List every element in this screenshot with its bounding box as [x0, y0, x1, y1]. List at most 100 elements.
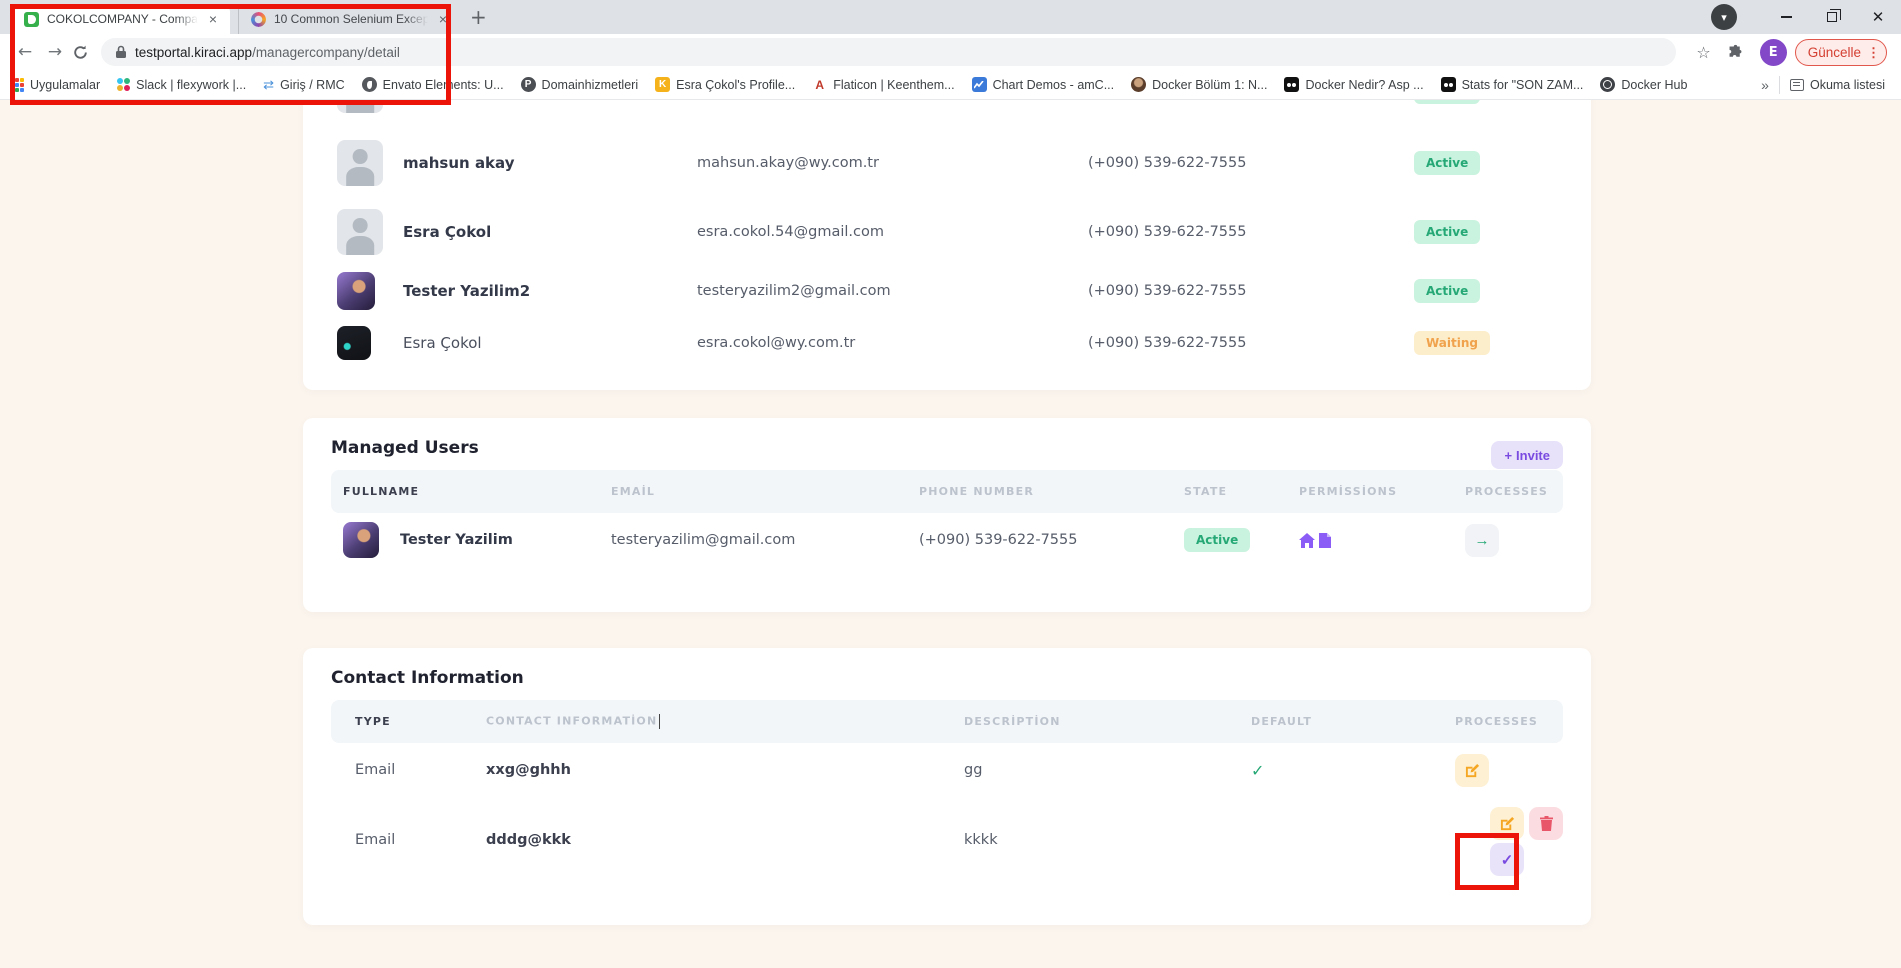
- selenium-favicon-icon: [251, 12, 266, 27]
- extensions-icon[interactable]: [1727, 44, 1744, 61]
- document-icon: [1319, 533, 1331, 548]
- column-header: PROCESSES: [1455, 715, 1563, 728]
- edit-icon: [1500, 816, 1515, 831]
- bookmarks-overflow-chevron[interactable]: »: [1761, 77, 1769, 93]
- minimize-button[interactable]: [1763, 0, 1809, 34]
- back-icon[interactable]: ←: [10, 42, 40, 62]
- edit-contact-button[interactable]: [1490, 807, 1524, 840]
- arrows-icon: ⇄: [263, 77, 274, 93]
- home-icon: [1299, 533, 1315, 548]
- chrome-update-button[interactable]: Güncelle ⋮: [1795, 39, 1887, 66]
- managed-users-card: Managed Users + Invite FULLNAME EMAİL PH…: [303, 418, 1591, 612]
- url-domain: testportal.kiraci.app: [135, 45, 252, 60]
- column-header: TYPE: [331, 715, 486, 728]
- tab-close-icon[interactable]: ×: [206, 11, 220, 27]
- tab-company-detail[interactable]: COKOLCOMPANY - Company De ×: [12, 4, 230, 34]
- forward-icon[interactable]: →: [40, 42, 70, 62]
- reading-list-label: Okuma listesi: [1810, 78, 1885, 92]
- page-body: Active mahsun akay mahsun.akay@wy.com.tr…: [0, 100, 1901, 968]
- contact-value: dddg@kkk: [486, 832, 964, 848]
- bookmark-label: Giriş / RMC: [280, 78, 345, 92]
- k-square-icon: K: [655, 77, 670, 92]
- avatar: [337, 140, 383, 186]
- tab-selenium-exceptions[interactable]: 10 Common Selenium Exceptions ×: [238, 4, 460, 34]
- url-path: /managercompany/detail: [252, 45, 400, 60]
- section-title: Managed Users: [331, 438, 1563, 458]
- arrow-right-icon: →: [1475, 532, 1490, 549]
- column-header: STATE: [1184, 485, 1299, 498]
- table-row: Tester Yazilim testeryazilim@gmail.com (…: [331, 513, 1563, 567]
- plus-icon: +: [1504, 448, 1512, 463]
- bookmark-label: Uygulamalar: [30, 78, 100, 92]
- bookmark-label: Esra Çokol's Profile...: [676, 78, 795, 92]
- bookmark-star-icon[interactable]: ☆: [1696, 43, 1710, 62]
- person-avatar-icon: [1131, 77, 1146, 92]
- permissions-icons: [1299, 533, 1465, 548]
- chrome-menu-icon[interactable]: ⋮: [1867, 46, 1880, 59]
- bookmark-stats[interactable]: Stats for "SON ZAM...: [1441, 77, 1584, 92]
- column-header: PROCESSES: [1465, 485, 1563, 498]
- invite-button[interactable]: + Invite: [1491, 441, 1563, 469]
- profile-avatar[interactable]: E: [1760, 39, 1787, 66]
- tab-title: 10 Common Selenium Exceptions: [274, 12, 428, 26]
- bookmark-slack[interactable]: Slack | flexywork |...: [117, 78, 246, 92]
- contact-type: Email: [331, 762, 486, 778]
- user-email: testeryazilim@gmail.com: [611, 532, 919, 548]
- section-title: Contact Information: [331, 668, 1563, 688]
- p-circle-icon: P: [521, 77, 536, 92]
- reading-list-button[interactable]: Okuma listesi: [1790, 78, 1885, 92]
- reload-icon[interactable]: [72, 44, 89, 61]
- user-name: Esra Çokol: [403, 334, 697, 352]
- user-email: mahsun.akay@wy.com.tr: [697, 155, 1088, 171]
- company-favicon-icon: [24, 12, 39, 27]
- bookmark-domainhizmetleri[interactable]: P Domainhizmetleri: [521, 77, 639, 92]
- status-badge: Active: [1414, 279, 1480, 303]
- apps-grid-icon: [10, 78, 24, 92]
- user-name: Esra Çokol: [403, 223, 697, 241]
- user-phone: (+090) 539-622-7555: [1088, 283, 1414, 299]
- bookmark-docker-nedir[interactable]: Docker Nedir? Asp ...: [1284, 77, 1423, 92]
- contact-value: xxg@ghhh: [486, 762, 964, 778]
- invite-label: Invite: [1516, 448, 1550, 463]
- users-card: Active mahsun akay mahsun.akay@wy.com.tr…: [303, 100, 1591, 390]
- tab-close-icon[interactable]: ×: [436, 11, 450, 27]
- bookmark-docker-bolum[interactable]: Docker Bölüm 1: N...: [1131, 77, 1267, 92]
- user-email: esra.cokol.54@gmail.com: [697, 224, 1088, 240]
- table-header-row: TYPE CONTACT INFORMATİON DESCRİPTİON DEF…: [331, 700, 1563, 743]
- window-controls: ▾ ✕: [1711, 0, 1901, 34]
- bookmark-apps[interactable]: Uygulamalar: [10, 78, 100, 92]
- close-button[interactable]: ✕: [1855, 0, 1901, 34]
- lock-icon: [115, 45, 127, 59]
- column-header: DESCRİPTİON: [964, 715, 1251, 728]
- url-bar[interactable]: testportal.kiraci.app/managercompany/det…: [101, 38, 1676, 66]
- row-detail-button[interactable]: →: [1465, 524, 1499, 557]
- delete-contact-button[interactable]: [1529, 807, 1563, 840]
- contact-info-card: Contact Information TYPE CONTACT INFORMA…: [303, 648, 1591, 925]
- user-phone: (+090) 539-622-7555: [919, 532, 1184, 548]
- avatar: [337, 326, 371, 360]
- new-tab-button[interactable]: +: [470, 4, 487, 30]
- bookmark-esra-profile[interactable]: K Esra Çokol's Profile...: [655, 77, 795, 92]
- column-header: EMAİL: [611, 485, 919, 498]
- bookmark-flaticon[interactable]: A Flaticon | Keenthem...: [812, 77, 954, 92]
- column-header: CONTACT INFORMATİON: [486, 714, 964, 729]
- update-label: Güncelle: [1808, 45, 1861, 60]
- bookmark-label: Chart Demos - amC...: [993, 78, 1115, 92]
- media-controls-button[interactable]: ▾: [1711, 4, 1737, 30]
- video-icon: [1441, 77, 1456, 92]
- column-header: PHONE NUMBER: [919, 485, 1184, 498]
- check-icon: ✓: [1501, 851, 1514, 869]
- bookmark-docker-hub[interactable]: Docker Hub: [1600, 77, 1687, 92]
- restore-button[interactable]: [1809, 0, 1855, 34]
- edit-contact-button[interactable]: [1455, 754, 1489, 787]
- confirm-contact-button[interactable]: ✓: [1490, 843, 1524, 876]
- avatar: [337, 100, 383, 113]
- bookmark-label: Slack | flexywork |...: [136, 78, 246, 92]
- user-name: Tester Yazilim2: [403, 282, 697, 300]
- column-header: DEFAULT: [1251, 715, 1455, 728]
- bookmark-envato[interactable]: Envato Elements: U...: [362, 77, 504, 92]
- bookmark-amcharts[interactable]: Chart Demos - amC...: [972, 77, 1115, 92]
- bookmark-giris-rmc[interactable]: ⇄ Giriş / RMC: [263, 77, 344, 93]
- browser-tab-strip: COKOLCOMPANY - Company De × 10 Common Se…: [0, 0, 1901, 34]
- status-badge: Active: [1184, 528, 1250, 552]
